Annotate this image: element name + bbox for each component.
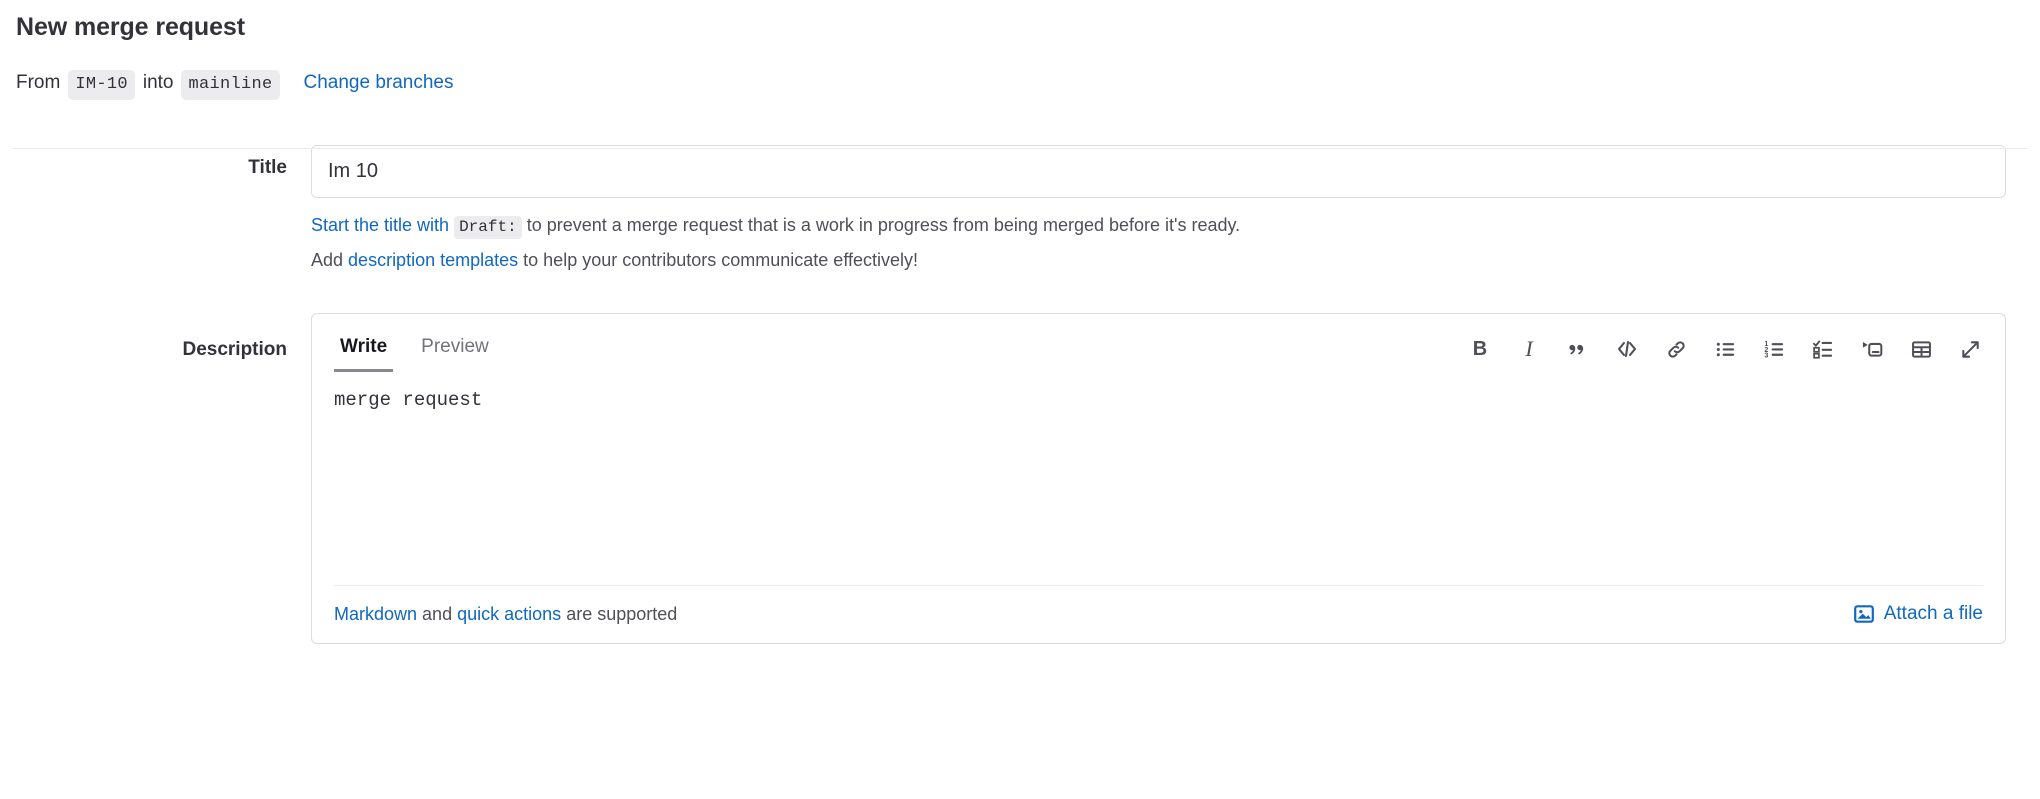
from-label: From	[16, 71, 61, 93]
markdown-link[interactable]: Markdown	[334, 604, 417, 624]
description-form-row: Description Write Preview B I 1 2 3 merg…	[16, 313, 2024, 645]
header-divider	[12, 148, 2028, 149]
supported-text: are supported	[566, 603, 678, 624]
branch-summary: From IM-10 into mainline Change branches	[16, 69, 2024, 101]
draft-hint-rest: to prevent a merge request that is a wor…	[526, 215, 1241, 236]
editor-toolbar: B I 1 2 3	[1467, 336, 1983, 372]
description-field-wrap: Write Preview B I 1 2 3 merge request Ma…	[311, 313, 2024, 645]
editor-footer: Markdown and quick actions are supported	[312, 586, 2005, 643]
bulleted-list-icon[interactable]	[1712, 336, 1738, 362]
editor-tabs: Write Preview	[334, 314, 517, 373]
italic-icon[interactable]: I	[1516, 336, 1542, 362]
title-label: Title	[248, 157, 287, 179]
markdown-editor: Write Preview B I 1 2 3 merge request Ma…	[311, 313, 2006, 645]
editor-header: Write Preview B I 1 2 3	[312, 314, 2005, 373]
title-input[interactable]	[311, 145, 2006, 199]
title-form-row: Title Start the title with Draft: to pre…	[16, 145, 2024, 275]
editor-body	[312, 372, 2005, 586]
tab-preview[interactable]: Preview	[415, 336, 495, 372]
attach-file-button[interactable]: Attach a file	[1853, 603, 1983, 625]
code-icon[interactable]	[1614, 336, 1640, 362]
tab-write[interactable]: Write	[334, 336, 394, 373]
task-list-icon[interactable]	[1810, 336, 1836, 362]
link-icon[interactable]	[1663, 336, 1689, 362]
and-text: and	[422, 603, 453, 624]
change-branches-link[interactable]: Change branches	[304, 70, 454, 97]
description-textarea[interactable]	[334, 380, 1983, 586]
title-field-wrap: Start the title with Draft: to prevent a…	[311, 145, 2024, 275]
new-merge-request-page: New merge request From IM-10 into mainli…	[0, 0, 2040, 799]
draft-hint: Start the title with Draft: to prevent a…	[311, 212, 2006, 240]
svg-text:3: 3	[1764, 351, 1768, 359]
attach-file-label: Attach a file	[1883, 603, 1983, 625]
page-title: New merge request	[16, 13, 245, 41]
numbered-list-icon[interactable]: 1 2 3	[1761, 336, 1787, 362]
templates-hint: Add description templates to help your c…	[311, 247, 2006, 275]
description-label: Description	[182, 339, 287, 361]
templates-hint-rest: to help your contributors communicate ef…	[523, 250, 919, 271]
into-label: into	[142, 71, 174, 93]
target-branch-badge: mainline	[181, 69, 280, 101]
draft-code-chip: Draft:	[454, 216, 522, 240]
image-icon	[1853, 603, 1875, 625]
fullscreen-icon[interactable]	[1957, 336, 1983, 362]
bold-icon[interactable]: B	[1467, 336, 1493, 362]
bold-glyph: B	[1472, 338, 1488, 361]
quick-actions-link[interactable]: quick actions	[457, 604, 561, 624]
templates-hint-prefix: Add	[311, 250, 344, 271]
collapsible-section-icon[interactable]	[1859, 336, 1885, 362]
source-branch-badge: IM-10	[68, 69, 135, 101]
markdown-support-text: Markdown and quick actions are supported	[334, 604, 677, 625]
description-templates-link[interactable]: description templates	[348, 250, 518, 270]
quote-icon[interactable]	[1565, 336, 1591, 362]
italic-glyph: I	[1525, 336, 1533, 362]
start-title-draft-link[interactable]: Start the title with	[311, 215, 449, 235]
table-icon[interactable]	[1908, 336, 1934, 362]
